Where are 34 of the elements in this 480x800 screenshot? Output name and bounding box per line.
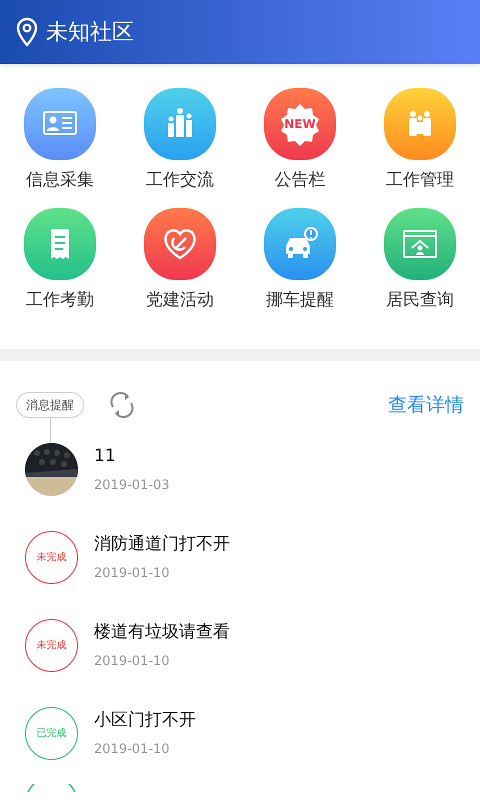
- message-title[interactable]: 11: [94, 444, 170, 470]
- community-title: 未知社区: [46, 18, 134, 46]
- location-pin-icon: [16, 17, 38, 47]
- menu-label[interactable]: 党建活动: [146, 288, 214, 313]
- menu-tile[interactable]: [24, 88, 96, 160]
- message-title[interactable]: 消防通道门打不开: [94, 532, 230, 558]
- menu-tile[interactable]: [24, 208, 96, 280]
- menu-label[interactable]: 工作考勤: [26, 288, 94, 313]
- menu-label[interactable]: 工作管理: [386, 168, 454, 194]
- menu-label[interactable]: 公告栏: [274, 168, 326, 194]
- menu-label[interactable]: 信息采集: [26, 168, 94, 194]
- message-reminder-tag: 消息提醒: [16, 392, 84, 418]
- menu-tile[interactable]: NEW: [264, 88, 336, 160]
- message-title[interactable]: 小区门打不开: [94, 708, 196, 734]
- message-date: 2019-01-03: [94, 476, 170, 494]
- view-details-link[interactable]: 查看详情: [388, 391, 464, 420]
- badge-background: [281, 104, 319, 146]
- status-stamp: 已完成: [25, 707, 78, 760]
- menu-tile[interactable]: [384, 88, 456, 160]
- menu-tile[interactable]: [264, 208, 336, 280]
- menu-tile[interactable]: [144, 88, 216, 160]
- message-date: 2019-01-10: [94, 564, 171, 582]
- message-title[interactable]: 楼道有垃圾请查看: [94, 620, 230, 646]
- menu-label[interactable]: 工作交流: [146, 168, 214, 194]
- refresh-icon[interactable]: [108, 391, 136, 420]
- message-date: 2019-01-10: [94, 652, 171, 670]
- menu-tile[interactable]: [144, 208, 216, 280]
- new-badge-text: NEW: [284, 116, 316, 133]
- status-stamp: 未完成: [25, 531, 78, 584]
- message-date: 2019-01-10: [94, 740, 171, 758]
- menu-label[interactable]: 挪车提醒: [266, 288, 334, 313]
- status-stamp: 未完成: [25, 619, 78, 672]
- menu-tile[interactable]: [384, 208, 456, 280]
- menu-label[interactable]: 居民查询: [386, 288, 454, 313]
